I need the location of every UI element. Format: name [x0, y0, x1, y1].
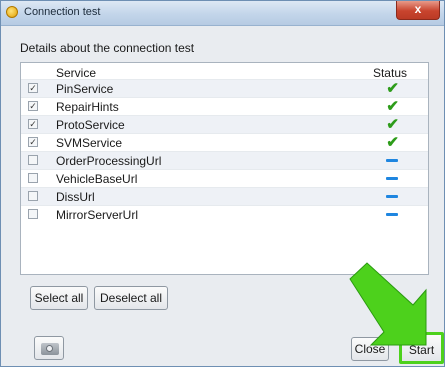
list-item[interactable]: ✓ RepairHints ✔ — [21, 97, 428, 115]
app-icon — [6, 6, 18, 18]
checkmark-icon: ✔ — [386, 80, 399, 97]
list-item[interactable]: VehicleBaseUrl — [21, 169, 428, 187]
service-name: ProtoService — [56, 118, 125, 132]
row-checkbox[interactable]: ✓ — [28, 137, 38, 147]
list-item[interactable]: OrderProcessingUrl — [21, 151, 428, 169]
title-bar[interactable]: Connection test x — [1, 1, 444, 26]
close-button[interactable]: Close — [351, 337, 389, 361]
details-heading: Details about the connection test — [20, 41, 195, 55]
list-header: Service Status — [21, 63, 428, 80]
start-button[interactable]: Start — [399, 332, 444, 364]
row-checkbox[interactable] — [28, 173, 38, 183]
services-list[interactable]: Service Status ✓ PinService ✔ ✓ RepairHints ✔… — [20, 62, 429, 275]
camera-icon — [41, 343, 59, 355]
deselect-all-button[interactable]: Deselect all — [94, 286, 168, 310]
dash-icon — [386, 177, 398, 180]
list-item[interactable]: ✓ PinService ✔ — [21, 79, 428, 97]
window-close-button[interactable]: x — [396, 1, 440, 20]
row-checkbox[interactable]: ✓ — [28, 83, 38, 93]
service-name: MirrorServerUrl — [56, 208, 138, 222]
dash-icon — [386, 159, 398, 162]
row-checkbox[interactable] — [28, 191, 38, 201]
checkmark-icon: ✔ — [386, 134, 399, 151]
service-name: DissUrl — [56, 190, 95, 204]
row-checkbox[interactable]: ✓ — [28, 119, 38, 129]
column-header-status: Status — [372, 66, 407, 80]
camera-button[interactable] — [34, 336, 64, 360]
service-name: SVMService — [56, 136, 123, 150]
service-name: OrderProcessingUrl — [56, 154, 162, 168]
service-name: PinService — [56, 82, 114, 96]
service-name: RepairHints — [56, 100, 119, 114]
dash-icon — [386, 195, 398, 198]
list-item[interactable]: MirrorServerUrl — [21, 205, 428, 223]
service-name: VehicleBaseUrl — [56, 172, 138, 186]
row-checkbox[interactable] — [28, 209, 38, 219]
list-item[interactable]: DissUrl — [21, 187, 428, 205]
checkmark-icon: ✔ — [386, 98, 399, 115]
window-title: Connection test — [24, 6, 101, 18]
list-item[interactable]: ✓ ProtoService ✔ — [21, 115, 428, 133]
column-header-service: Service — [56, 66, 97, 80]
checkmark-icon: ✔ — [386, 116, 399, 133]
select-all-button[interactable]: Select all — [30, 286, 88, 310]
row-checkbox[interactable]: ✓ — [28, 101, 38, 111]
row-checkbox[interactable] — [28, 155, 38, 165]
dash-icon — [386, 213, 398, 216]
list-item[interactable]: ✓ SVMService ✔ — [21, 133, 428, 151]
connection-test-window: Connection test x Details about the conn… — [0, 0, 445, 367]
